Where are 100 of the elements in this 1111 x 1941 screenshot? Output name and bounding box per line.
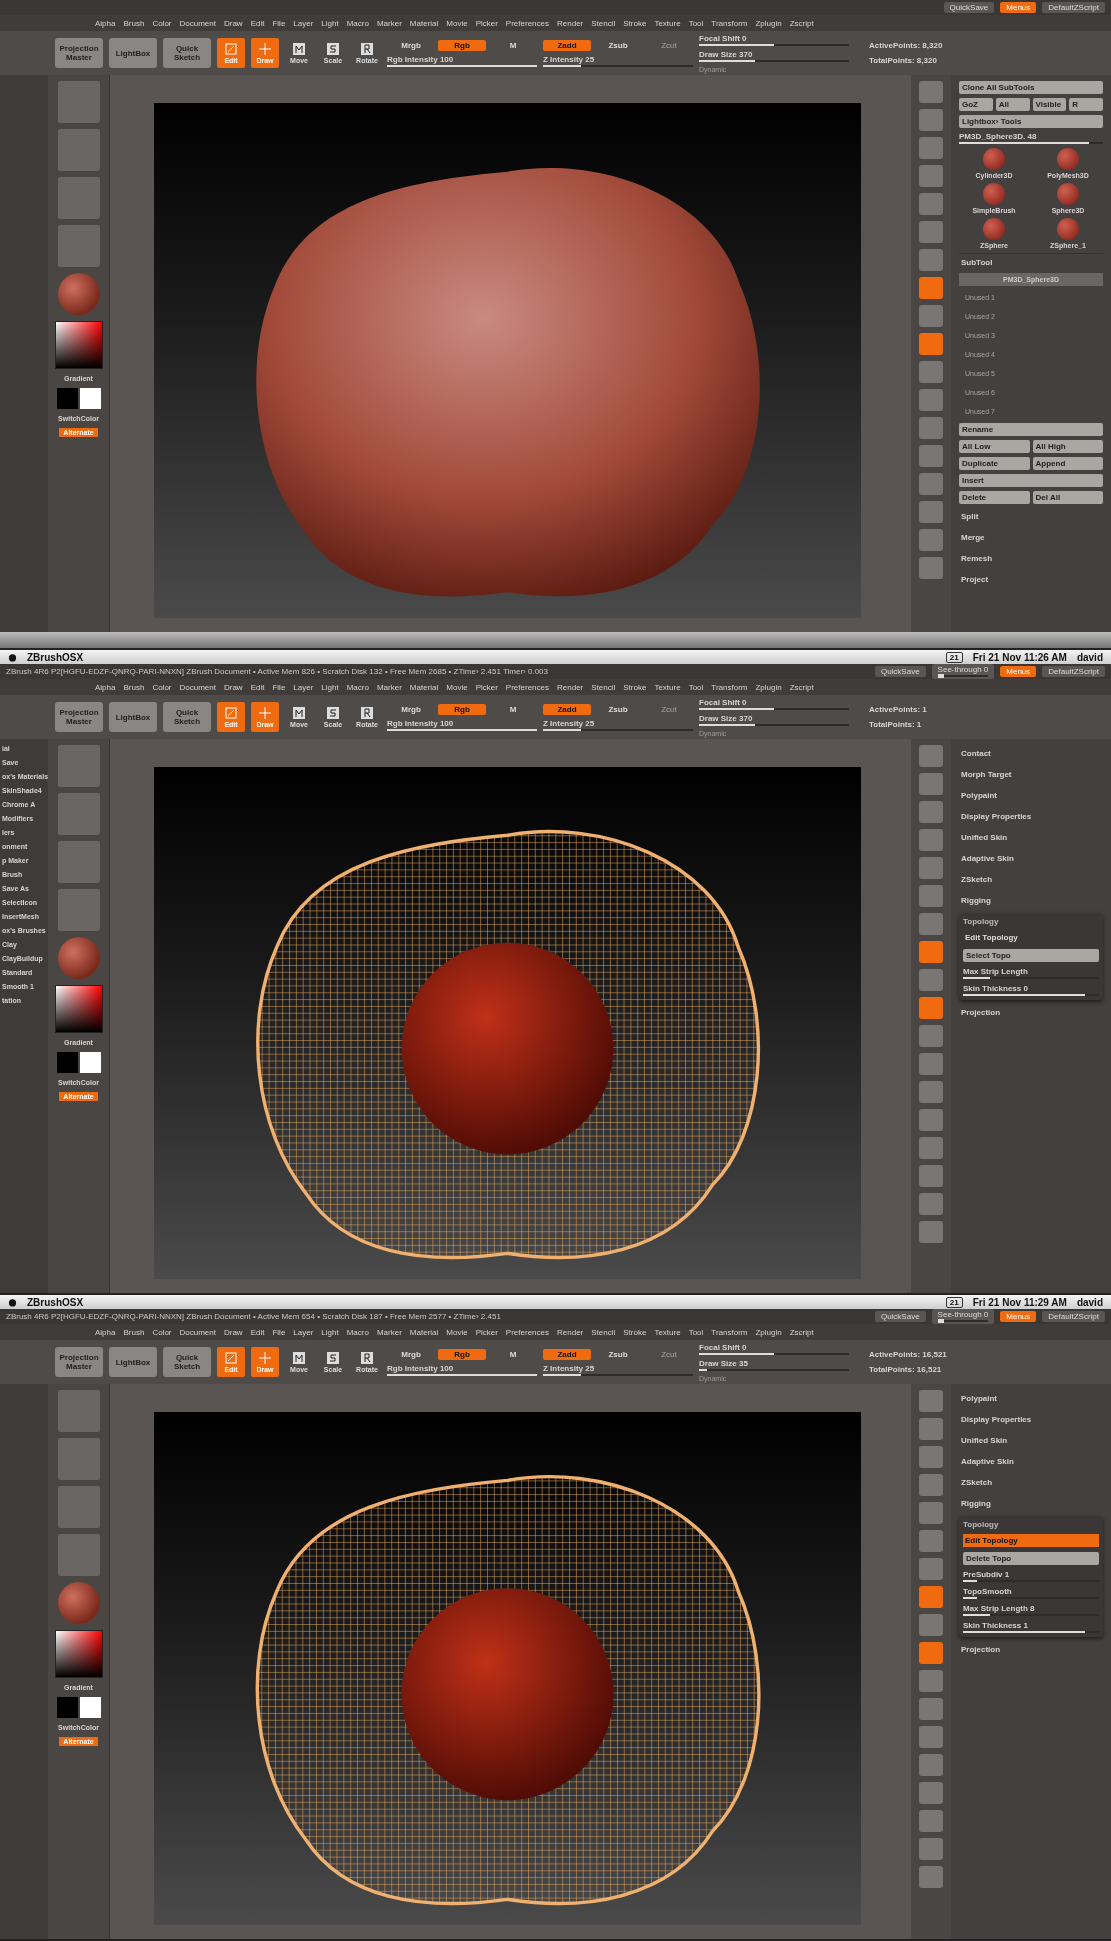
panel-button[interactable]: Lightbox› Tools	[959, 115, 1103, 128]
menu-item[interactable]: File	[272, 18, 286, 28]
color-swatch[interactable]	[79, 1697, 101, 1718]
shelf-tool-icon[interactable]	[919, 1838, 943, 1860]
menu-item[interactable]: Display Properties	[959, 808, 1103, 825]
slider-fill[interactable]	[543, 64, 581, 67]
menu-item[interactable]: Tool	[688, 1327, 704, 1337]
menu-item[interactable]: Unified Skin	[959, 1432, 1103, 1449]
tool-thumbnail[interactable]	[983, 183, 1005, 205]
shelf-tool-icon[interactable]	[919, 417, 943, 439]
toggle-button[interactable]: Mrgb	[387, 703, 435, 715]
toolbar-button[interactable]: Projection Master	[55, 702, 103, 732]
menu-item[interactable]: Color	[152, 682, 172, 692]
menu-item[interactable]: Alpha	[95, 18, 116, 28]
panel-button[interactable]: Delete	[959, 491, 1030, 504]
color-picker[interactable]	[54, 1630, 103, 1678]
shelf-tool-icon[interactable]	[919, 1586, 943, 1608]
script-button[interactable]: DefaultZScript	[1042, 2, 1105, 13]
shelf-tool-icon[interactable]	[919, 801, 943, 823]
menu-item[interactable]: Render	[557, 1327, 584, 1337]
shelf-tool-icon[interactable]	[919, 137, 943, 159]
menu-item[interactable]: Macro	[346, 18, 369, 28]
app-name[interactable]: ZBrushOSX	[27, 1296, 84, 1308]
toggle-button[interactable]: Mrgb	[387, 39, 435, 51]
menu-item[interactable]: Projection	[959, 1641, 1103, 1658]
slider-fill[interactable]	[543, 728, 581, 731]
toolbar-button[interactable]: Projection Master	[55, 1347, 103, 1377]
menu-item[interactable]: Alpha	[95, 682, 116, 692]
alpha-thumbnail[interactable]	[57, 841, 100, 883]
menu-item[interactable]: Zplugin	[755, 682, 782, 692]
menu-item[interactable]: Alpha	[95, 1327, 116, 1337]
panel-button[interactable]: Del All	[1032, 491, 1103, 504]
slider-fill[interactable]	[699, 43, 774, 46]
menu-item[interactable]: Marker	[376, 1327, 402, 1337]
menu-item[interactable]: Document	[179, 682, 216, 692]
slider-fill[interactable]	[543, 1373, 581, 1376]
menu-item[interactable]: Movie	[446, 18, 468, 28]
menu-item[interactable]: Project	[959, 571, 1103, 588]
shelf-tool-icon[interactable]	[919, 473, 943, 495]
script-button[interactable]: DefaultZScript	[1042, 1311, 1105, 1322]
menu-item[interactable]: Polypaint	[959, 787, 1103, 804]
shelf-tool-icon[interactable]	[919, 1025, 943, 1047]
menu-item[interactable]: Layer	[293, 1327, 314, 1337]
shelf-tool-icon[interactable]	[919, 277, 943, 299]
shelf-tool-icon[interactable]	[919, 745, 943, 767]
shelf-tool-icon[interactable]	[919, 1165, 943, 1187]
shelf-tool-icon[interactable]	[919, 1418, 943, 1440]
shelf-tool-icon[interactable]	[919, 1474, 943, 1496]
menu-item[interactable]: Material	[409, 18, 439, 28]
menu-item[interactable]: Layer	[293, 18, 314, 28]
quicksave-button[interactable]: QuickSave	[874, 666, 926, 677]
shelf-tool-icon[interactable]	[919, 941, 943, 963]
shelf-tool-icon[interactable]	[919, 1670, 943, 1692]
slider-fill[interactable]	[387, 728, 537, 731]
color-swatch[interactable]	[56, 1697, 78, 1718]
menu-item[interactable]: File	[272, 1327, 286, 1337]
shelf-tool-icon[interactable]	[919, 193, 943, 215]
menu-item[interactable]: Zplugin	[755, 1327, 782, 1337]
shelf-tool-icon[interactable]	[919, 1137, 943, 1159]
shelf-tool-icon[interactable]	[919, 885, 943, 907]
menu-item[interactable]: Tool	[688, 18, 704, 28]
tool-thumbnail[interactable]	[983, 148, 1005, 170]
panel-button[interactable]: Insert	[959, 474, 1103, 487]
menu-item[interactable]: Stencil	[591, 1327, 616, 1337]
shelf-tool-icon[interactable]	[919, 997, 943, 1019]
menu-item[interactable]: Merge	[959, 529, 1103, 546]
menu-item[interactable]: Morph Target	[959, 766, 1103, 783]
shelf-tool-icon[interactable]	[919, 1810, 943, 1832]
panel-button[interactable]: R	[1069, 98, 1103, 111]
shelf-tool-icon[interactable]	[919, 165, 943, 187]
brush-thumbnail[interactable]	[57, 745, 100, 787]
menu-item[interactable]: Layer	[293, 682, 314, 692]
shelf-tool-icon[interactable]	[919, 1193, 943, 1215]
shelf-tool-icon[interactable]	[919, 1558, 943, 1580]
menu-item[interactable]: Draw	[223, 1327, 243, 1337]
menu-item[interactable]: Projection	[959, 1004, 1103, 1021]
shelf-tool-icon[interactable]	[919, 501, 943, 523]
user-name[interactable]: david	[1076, 1296, 1103, 1308]
menu-item[interactable]: Zscript	[789, 18, 814, 28]
menu-item[interactable]: Macro	[346, 1327, 369, 1337]
toggle-button[interactable]: Zadd	[543, 703, 591, 715]
toggle-button[interactable]: Zsub	[594, 1348, 642, 1360]
shelf-tool-icon[interactable]	[919, 333, 943, 355]
shelf-tool-icon[interactable]	[919, 969, 943, 991]
toolbar-button[interactable]: LightBox	[109, 1347, 157, 1377]
color-picker[interactable]	[54, 985, 103, 1033]
status-badge[interactable]: 21	[945, 651, 963, 663]
section-header[interactable]: SubTool	[959, 253, 1103, 269]
toolbar-button[interactable]: Projection Master	[55, 38, 103, 68]
menu-item[interactable]: Transform	[711, 682, 748, 692]
shelf-tool-icon[interactable]	[919, 1642, 943, 1664]
alpha-thumbnail[interactable]	[57, 1486, 100, 1528]
shelf-tool-icon[interactable]	[919, 1726, 943, 1748]
menu-item[interactable]: Picker	[475, 18, 498, 28]
shelf-tool-icon[interactable]	[919, 1109, 943, 1131]
menu-item[interactable]: Stroke	[623, 682, 647, 692]
menu-item[interactable]: Document	[179, 18, 216, 28]
toggle-button[interactable]: Zsub	[594, 703, 642, 715]
toggle-button[interactable]: Zsub	[594, 39, 642, 51]
menu-item[interactable]: File	[272, 682, 286, 692]
